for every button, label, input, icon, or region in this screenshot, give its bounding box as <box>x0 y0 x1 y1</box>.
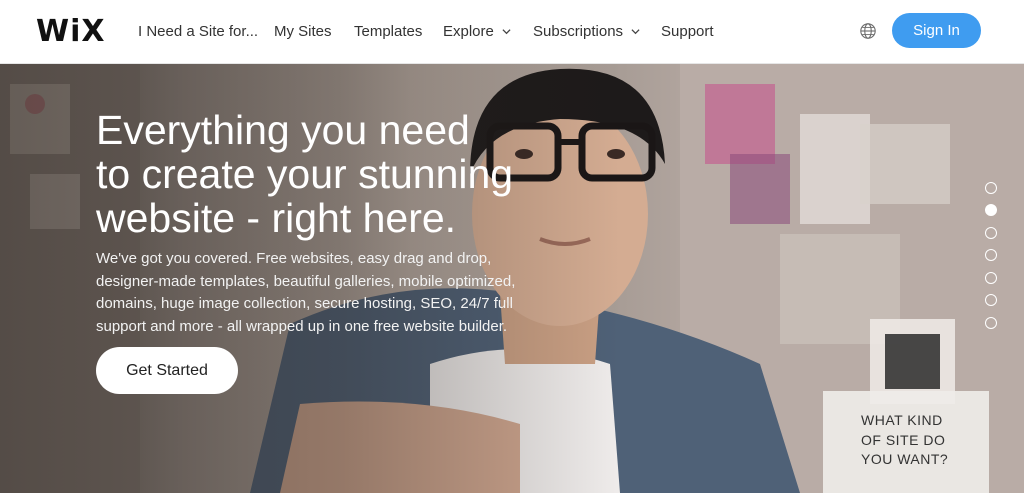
description-line: domains, huge image collection, secure h… <box>96 295 513 312</box>
slide-dot-5[interactable] <box>985 272 997 284</box>
nav-item-support[interactable]: Support <box>661 23 714 40</box>
top-header: WiX I Need a Site for... My Sites Templa… <box>0 0 1024 64</box>
slide-dot-1[interactable] <box>985 182 997 194</box>
get-started-button[interactable]: Get Started <box>96 347 238 394</box>
site-type-prompt[interactable]: WHAT KIND OF SITE DO YOU WANT? <box>823 391 989 493</box>
sign-in-button[interactable]: Sign In <box>892 13 981 48</box>
chevron-down-icon <box>631 29 640 35</box>
hero-section: Everything you need to create your stunn… <box>0 64 1024 493</box>
slide-dot-3[interactable] <box>985 227 997 239</box>
hero-headline: Everything you need to create your stunn… <box>96 108 556 240</box>
site-box-line: OF SITE DO <box>861 431 946 448</box>
nav-item-my-sites[interactable]: My Sites <box>274 23 332 40</box>
nav-item-label: Subscriptions <box>533 23 624 40</box>
nav-item-label: My Sites <box>274 23 332 40</box>
site-type-prompt-text: WHAT KIND OF SITE DO YOU WANT? <box>861 411 981 470</box>
description-line: designer-made templates, beautiful galle… <box>96 272 516 290</box>
nav-item-templates[interactable]: Templates <box>354 23 422 40</box>
description-line: support and more - all wrapped up in one… <box>96 317 508 335</box>
nav-item-label: Explore <box>443 23 494 40</box>
chevron-down-icon <box>502 29 511 35</box>
nav-item-label: Support <box>661 23 714 40</box>
slide-dot-4[interactable] <box>985 249 997 261</box>
slide-dot-2[interactable] <box>985 204 997 216</box>
site-box-line: YOU WANT? <box>861 451 949 467</box>
headline-line: to create your stunning <box>96 151 514 197</box>
nav-item-need-site[interactable]: I Need a Site for... <box>138 23 258 40</box>
wix-logo[interactable]: WiX <box>36 14 106 49</box>
slide-dot-7[interactable] <box>985 317 997 329</box>
site-box-line: WHAT KIND <box>861 412 943 428</box>
nav-item-subscriptions[interactable]: Subscriptions <box>533 23 640 40</box>
globe-icon[interactable] <box>859 22 877 40</box>
nav-item-label: Templates <box>354 23 423 40</box>
description-line: We've got you covered. Free websites, ea… <box>96 250 492 267</box>
headline-line: website - right here. <box>96 195 457 241</box>
nav-item-explore[interactable]: Explore <box>443 23 511 40</box>
hero-description: We've got you covered. Free websites, ea… <box>96 248 546 338</box>
headline-line: Everything you need <box>96 107 470 153</box>
nav-item-label: I Need a Site for... <box>138 23 259 40</box>
slide-dot-6[interactable] <box>985 294 997 306</box>
